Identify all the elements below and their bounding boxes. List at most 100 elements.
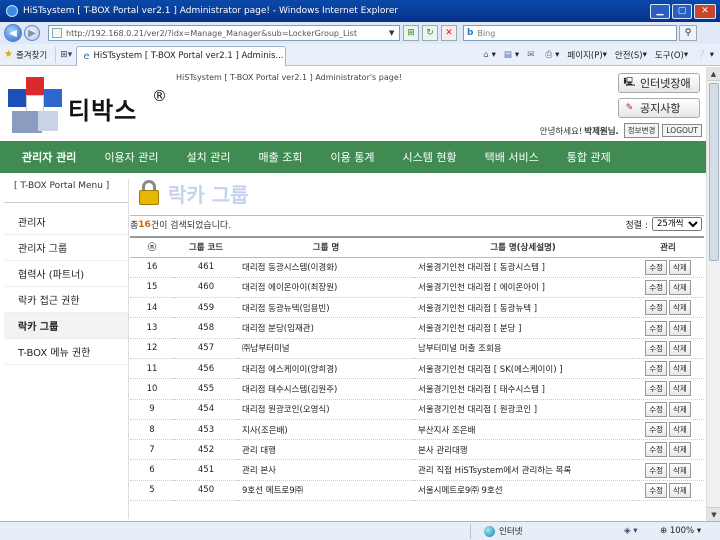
col-no[interactable]: ⓝ (130, 236, 174, 258)
edit-button[interactable]: 수정 (645, 361, 667, 377)
maximize-button[interactable]: ▢ (672, 3, 692, 19)
row-group-name[interactable]: 대리점 분당(임재관) (238, 317, 414, 339)
quick-tabs-icon[interactable]: ⊞▾ (60, 50, 72, 60)
tbox-logo[interactable] (8, 77, 62, 135)
row-actions: 수정 삭제 (632, 480, 704, 502)
address-url[interactable]: http://192.168.0.21/ver2/?idx=Manage_Man… (66, 29, 389, 38)
row-group-name[interactable]: 대리점 동광시스템(이경화) (238, 257, 414, 278)
row-actions: 수정 삭제 (632, 358, 704, 380)
nav-integrated-control[interactable]: 통합 관제 (567, 149, 611, 165)
edit-button[interactable]: 수정 (645, 259, 667, 275)
security-zone[interactable]: 인터넷 (484, 525, 522, 537)
scroll-thumb[interactable] (709, 83, 719, 261)
vertical-scrollbar[interactable]: ▲ ▼ (706, 67, 720, 521)
zoom-control[interactable]: ⊕ 100% ▾ (660, 526, 701, 536)
home-icon[interactable]: ⌂ ▾ (483, 50, 496, 60)
edit-button[interactable]: 수정 (645, 381, 667, 397)
address-bar[interactable]: http://192.168.0.21/ver2/?idx=Manage_Man… (48, 25, 400, 41)
feeds-icon[interactable]: ▤ ▾ (504, 50, 519, 60)
delete-button[interactable]: 삭제 (669, 340, 691, 356)
col-group-detail[interactable]: 그룹 명(상세설명) (414, 236, 632, 258)
delete-button[interactable]: 삭제 (669, 279, 691, 295)
row-group-name[interactable]: 관리 대행 (238, 439, 414, 461)
menu-item-locker-group[interactable]: 락카 그룹 (4, 313, 128, 339)
notice-button[interactable]: ✎ 공지사항 (618, 98, 700, 118)
forward-button[interactable]: ▶ (24, 25, 40, 41)
address-dropdown-icon[interactable]: ▼ (389, 29, 399, 37)
edit-button[interactable]: 수정 (645, 401, 667, 417)
scroll-down-icon[interactable]: ▼ (707, 507, 720, 521)
nav-sales-lookup[interactable]: 매출 조회 (259, 149, 303, 165)
delete-button[interactable]: 삭제 (669, 462, 691, 478)
nav-install-management[interactable]: 설치 관리 (187, 149, 231, 165)
edit-button[interactable]: 수정 (645, 482, 667, 498)
edit-button[interactable]: 수정 (645, 279, 667, 295)
compatibility-view-icon[interactable]: ⊞ (403, 25, 419, 41)
change-info-button[interactable]: 정보변경 (623, 123, 660, 138)
delete-button[interactable]: 삭제 (669, 381, 691, 397)
search-input[interactable] (477, 28, 676, 38)
row-group-detail: 본사 관리대행 (414, 439, 632, 461)
delete-button[interactable]: 삭제 (669, 320, 691, 336)
zoom-dropdown-icon[interactable]: ▾ (694, 526, 701, 536)
nav-delivery-service[interactable]: 택배 서비스 (485, 149, 539, 165)
delete-button[interactable]: 삭제 (669, 442, 691, 458)
nav-usage-stats[interactable]: 이용 통계 (331, 149, 375, 165)
delete-button[interactable]: 삭제 (669, 422, 691, 438)
menu-item-partner[interactable]: 협력사 (파트너) (4, 261, 128, 287)
page-menu-label: 페이지(P) (567, 50, 603, 61)
tab-favicon-icon: e (83, 50, 90, 62)
delete-button[interactable]: 삭제 (669, 300, 691, 316)
row-group-name[interactable]: 대리점 태수시스템(김원주) (238, 378, 414, 400)
row-group-name[interactable]: 대리점 에스케이이(양희경) (238, 358, 414, 380)
edit-button[interactable]: 수정 (645, 320, 667, 336)
back-button[interactable]: ◀ (4, 24, 22, 42)
delete-button[interactable]: 삭제 (669, 361, 691, 377)
minimize-button[interactable]: ▁ (650, 3, 670, 19)
safety-menu[interactable]: 안전(S) ▾ (615, 49, 647, 61)
row-group-name[interactable]: 대리점 동광뉴텍(임용빈) (238, 297, 414, 319)
print-icon[interactable]: ⎙ ▾ (545, 50, 559, 60)
logout-button[interactable]: LOGOUT (662, 124, 702, 137)
row-group-name[interactable]: 관리 본사 (238, 459, 414, 481)
row-group-name[interactable]: ㈜남부터미널 (238, 338, 414, 359)
help-icon[interactable]: ❔ ▾ (696, 50, 714, 60)
menu-item-locker-access[interactable]: 락카 접근 권한 (4, 287, 128, 313)
row-group-name[interactable]: 지사(조은배) (238, 419, 414, 441)
menu-item-tbox-menu-permission[interactable]: T-BOX 메뉴 권한 (4, 339, 128, 365)
tools-menu[interactable]: 도구(O) ▾ (655, 49, 688, 61)
edit-button[interactable]: 수정 (645, 462, 667, 478)
row-group-name[interactable]: 9호선 메트로9㈜ (238, 480, 414, 502)
browser-tab[interactable]: e HiSTsystem [ T-BOX Portal ver2.1 ] Adm… (76, 45, 287, 66)
edit-button[interactable]: 수정 (645, 300, 667, 316)
edit-button[interactable]: 수정 (645, 422, 667, 438)
search-icon[interactable]: ⚲ (679, 25, 697, 41)
nav-admin-management[interactable]: 관리자 관리 (22, 149, 76, 165)
delete-button[interactable]: 삭제 (669, 259, 691, 275)
delete-button[interactable]: 삭제 (669, 482, 691, 498)
col-group-name[interactable]: 그룹 명 (238, 236, 414, 258)
close-window-button[interactable]: ✕ (694, 3, 716, 19)
nav-system-status[interactable]: 시스템 현황 (403, 149, 457, 165)
scroll-up-icon[interactable]: ▲ (707, 67, 720, 81)
page-menu[interactable]: 페이지(P) ▾ (567, 49, 607, 61)
result-count: 총 16 건이 검색되었습니다. (130, 215, 704, 233)
menu-item-admin-group[interactable]: 관리자 그룹 (4, 235, 128, 261)
row-group-name[interactable]: 대리점 원광코인(오영식) (238, 399, 414, 420)
menu-item-admin[interactable]: 관리자 (4, 209, 128, 235)
edit-button[interactable]: 수정 (645, 340, 667, 356)
stop-icon[interactable]: ✕ (441, 25, 457, 41)
row-group-name[interactable]: 대리점 에이온아이(최장원) (238, 277, 414, 299)
delete-button[interactable]: 삭제 (669, 401, 691, 417)
refresh-icon[interactable]: ↻ (422, 25, 438, 41)
internet-fault-button[interactable]: 🖳 인터넷장애 (618, 73, 700, 93)
favorites-button[interactable]: ★ 즐겨찾기 (4, 46, 57, 63)
nav-user-management[interactable]: 이용자 관리 (104, 149, 158, 165)
edit-button[interactable]: 수정 (645, 442, 667, 458)
protected-mode-icon[interactable]: ◈ ▾ (624, 526, 638, 536)
col-group-code[interactable]: 그룹 코드 (174, 236, 238, 258)
search-box[interactable]: b (463, 25, 677, 41)
page-size-select[interactable]: 25개씩 (652, 217, 702, 231)
row-no: 8 (130, 419, 174, 441)
mail-icon[interactable]: ✉ (527, 50, 537, 60)
